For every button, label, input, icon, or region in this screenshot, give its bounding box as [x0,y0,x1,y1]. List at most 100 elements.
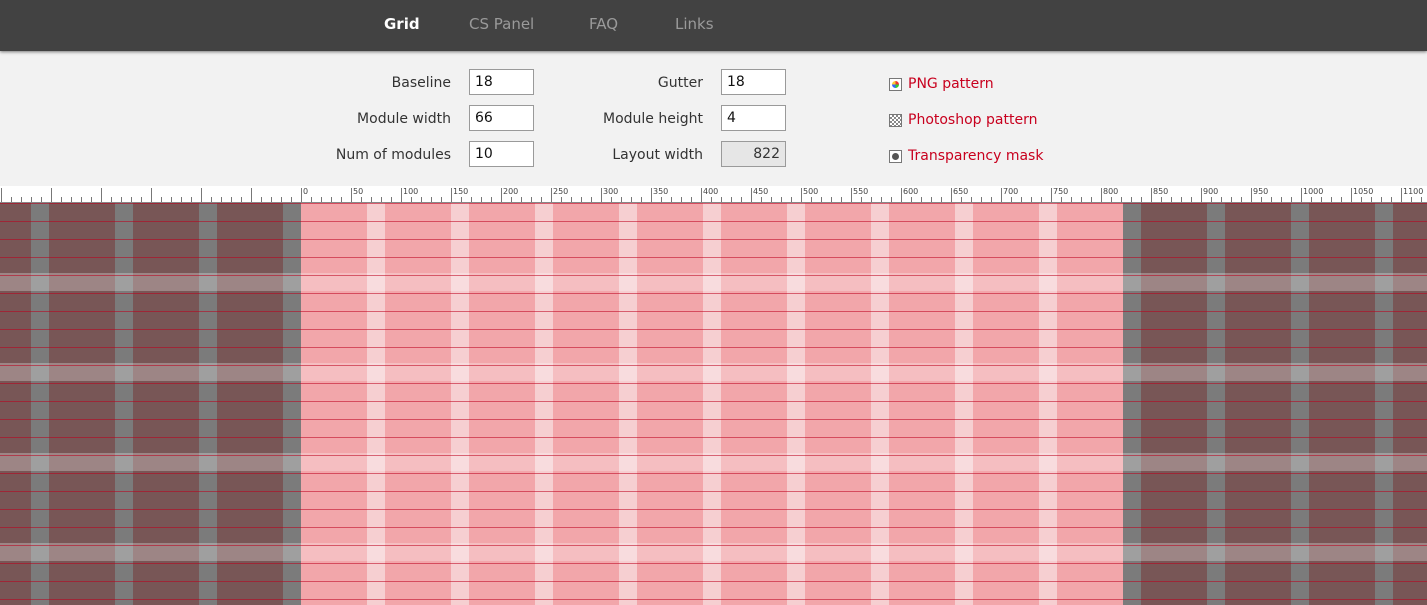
ruler-tick [1341,197,1342,202]
module-height-input[interactable] [721,105,786,131]
baseline-line [0,563,1427,564]
ruler-tick [201,188,202,202]
transparency-mask-link[interactable]: Transparency mask [889,147,1043,165]
ruler-tick [1301,188,1302,202]
baseline-line [0,599,1427,600]
ruler-tick [91,197,92,202]
ruler-label: 350 [653,187,669,196]
ruler-tick [451,188,452,202]
ruler-tick [231,197,232,202]
ruler-tick [1271,197,1272,202]
ruler-tick [511,197,512,202]
ruler-tick [261,197,262,202]
ruler-tick [581,197,582,202]
ruler-tick [991,197,992,202]
baseline-line [0,257,1427,258]
ruler-tick [1131,197,1132,202]
layout-width-label: Layout width [612,147,703,163]
baseline-line [0,329,1427,330]
ruler-tick [601,188,602,202]
num-modules-input[interactable] [469,141,534,167]
ruler-tick [1211,197,1212,202]
ruler-tick [321,197,322,202]
ruler-tick [211,197,212,202]
ruler-label: 400 [703,187,719,196]
ruler-tick [141,197,142,202]
baseline-line [0,401,1427,402]
gutter-input[interactable] [721,69,786,95]
ruler-tick [71,197,72,202]
baseline-line [0,203,1427,204]
ruler-tick [501,188,502,202]
ruler-label: 250 [553,187,569,196]
ruler-tick [1351,188,1352,202]
ruler-tick [821,197,822,202]
baseline-line [0,221,1427,222]
ruler-label: 100 [403,187,419,196]
ruler-tick [1391,197,1392,202]
ruler-tick [151,188,152,202]
ruler-tick [1261,197,1262,202]
baseline-line [0,239,1427,240]
ruler-tick [21,197,22,202]
baseline-line [0,455,1427,456]
ruler-tick [171,197,172,202]
ruler-tick [1371,197,1372,202]
ruler-label: 1100 [1403,187,1424,196]
ruler-tick [811,197,812,202]
ruler-tick [1041,197,1042,202]
ruler-tick [1031,197,1032,202]
baseline-line [0,383,1427,384]
ruler-tick [621,197,622,202]
png-pattern-link[interactable]: PNG pattern [889,75,994,93]
ruler-tick [711,197,712,202]
ruler-tick [371,197,372,202]
baseline-input[interactable] [469,69,534,95]
baseline-line [0,293,1427,294]
nav-tab-grid[interactable]: Grid [384,15,420,33]
ruler-tick [181,197,182,202]
ruler-tick [11,197,12,202]
pixel-ruler: 0 50 100 150 200 250 300 350 400 450 500 550 600 650 7… [0,186,1427,203]
ruler-label: 700 [1003,187,1019,196]
nav-tab-cs-panel[interactable]: CS Panel [469,15,534,33]
ruler-tick [381,197,382,202]
ruler-tick [1,188,2,202]
ruler-tick [111,197,112,202]
ruler-label: 450 [753,187,769,196]
ruler-tick [161,197,162,202]
nav-tab-faq[interactable]: FAQ [589,15,618,33]
ruler-tick [561,197,562,202]
baseline-line [0,509,1427,510]
ruler-tick [1141,197,1142,202]
ruler-tick [191,197,192,202]
ruler-tick [1021,197,1022,202]
ruler-tick [1251,188,1252,202]
nav-tab-links[interactable]: Links [675,15,714,33]
ruler-tick [1421,197,1422,202]
ruler-tick [351,188,352,202]
ruler-tick [971,197,972,202]
photoshop-pattern-link[interactable]: Photoshop pattern [889,111,1037,129]
photoshop-pattern-label: Photoshop pattern [908,112,1038,128]
ruler-tick [1101,188,1102,202]
ruler-label: 850 [1153,187,1169,196]
ruler-tick [61,197,62,202]
ruler-tick [981,197,982,202]
ruler-tick [671,197,672,202]
ruler-tick [1221,197,1222,202]
ruler-tick [31,197,32,202]
module-width-input[interactable] [469,105,534,131]
baseline-line [0,473,1427,474]
ruler-tick [951,188,952,202]
layout-width-readout [721,141,786,167]
ruler-label: 0 [303,187,309,196]
baseline-line [0,545,1427,546]
ruler-tick [1111,197,1112,202]
ruler-tick [1171,197,1172,202]
ruler-tick [271,197,272,202]
ruler-tick [1191,197,1192,202]
ruler-tick [481,197,482,202]
ruler-tick [491,197,492,202]
ruler-label: 200 [503,187,519,196]
